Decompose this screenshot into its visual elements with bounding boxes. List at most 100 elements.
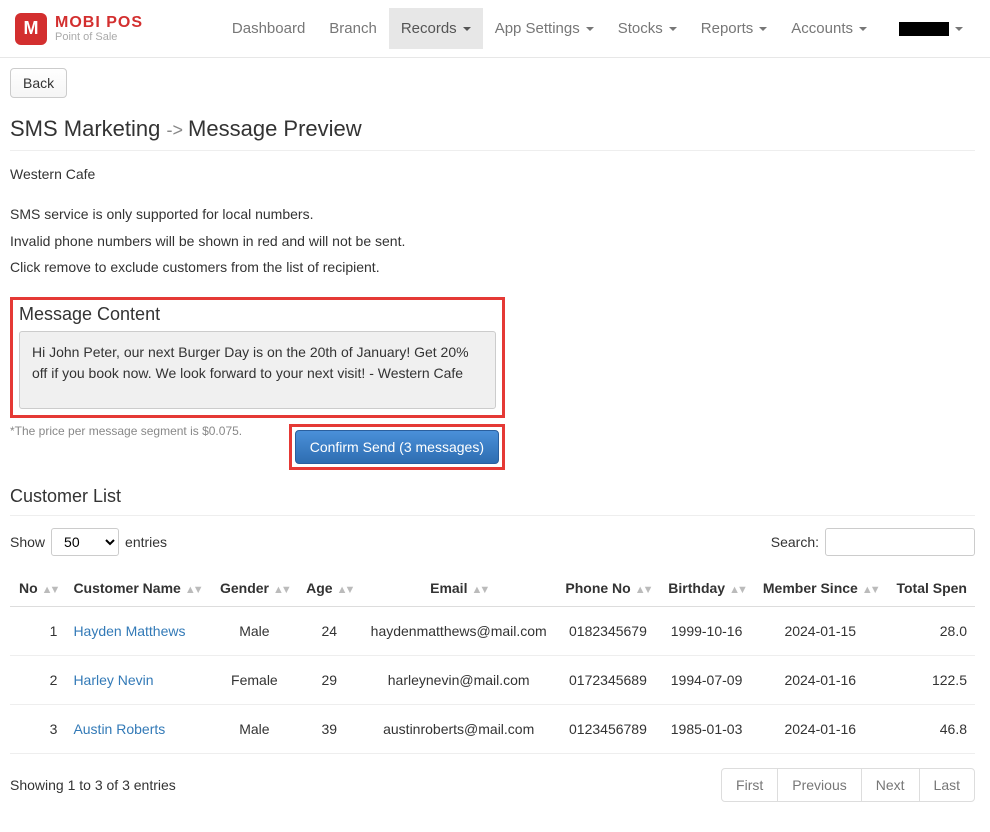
divider xyxy=(10,150,975,151)
brand-main: MOBI POS xyxy=(55,14,143,32)
breadcrumb-leaf: Message Preview xyxy=(188,116,362,141)
cell-phone: 0123456789 xyxy=(556,704,659,753)
customer-table: No▲▼ Customer Name▲▼ Gender▲▼ Age▲▼ Emai… xyxy=(10,570,975,754)
page-first[interactable]: First xyxy=(722,769,777,801)
col-no[interactable]: No ▲▼ xyxy=(10,570,65,607)
list-controls: Show 50 entries Search: xyxy=(10,528,975,556)
entries-label: entries xyxy=(125,534,167,550)
cell-gender: Male xyxy=(211,606,297,655)
customer-link[interactable]: Harley Nevin xyxy=(73,672,153,688)
user-name-redacted xyxy=(899,22,949,36)
sort-icon: ▲▼ xyxy=(862,584,878,596)
message-footer-row: *The price per message segment is $0.075… xyxy=(10,424,505,470)
message-body: Hi John Peter, our next Burger Day is on… xyxy=(19,331,496,409)
nav-accounts-label: Accounts xyxy=(791,20,853,37)
cell-total-spent: 122.5 xyxy=(887,655,975,704)
page-size-select[interactable]: 50 xyxy=(51,528,119,556)
cell-total-spent: 28.0 xyxy=(887,606,975,655)
caret-down-icon xyxy=(586,27,594,31)
page-title: SMS Marketing -> Message Preview xyxy=(10,116,975,142)
top-navbar: M MOBI POS Point of Sale Dashboard Branc… xyxy=(0,0,990,58)
show-label: Show xyxy=(10,534,45,550)
search-label: Search: xyxy=(771,534,819,550)
col-age-label: Age xyxy=(306,580,332,596)
cell-no: 3 xyxy=(10,704,65,753)
search-box: Search: xyxy=(771,528,975,556)
page-next[interactable]: Next xyxy=(861,769,919,801)
nav-accounts[interactable]: Accounts xyxy=(779,8,879,49)
caret-down-icon xyxy=(463,27,471,31)
entries-info: Showing 1 to 3 of 3 entries xyxy=(10,777,176,793)
sort-icon: ▲▼ xyxy=(635,584,651,596)
brand-text: MOBI POS Point of Sale xyxy=(55,14,143,44)
search-input[interactable] xyxy=(825,528,975,556)
table-footer: Showing 1 to 3 of 3 entries First Previo… xyxy=(10,768,975,802)
cell-member-since: 2024-01-15 xyxy=(754,606,887,655)
cell-gender: Male xyxy=(211,704,297,753)
caret-down-icon xyxy=(955,27,963,31)
brand-logo-icon: M xyxy=(15,13,47,45)
sort-icon: ▲▼ xyxy=(729,584,745,596)
divider xyxy=(10,515,975,516)
customer-link[interactable]: Hayden Matthews xyxy=(73,623,185,639)
col-phone[interactable]: Phone No▲▼ xyxy=(556,570,659,607)
table-row: 1 Hayden Matthews Male24haydenmatthews@mai… xyxy=(10,606,975,655)
back-button[interactable]: Back xyxy=(10,68,67,98)
nav-app-settings[interactable]: App Settings xyxy=(483,8,606,49)
cell-name: Austin Roberts xyxy=(65,704,211,753)
nav-stocks[interactable]: Stocks xyxy=(606,8,689,49)
cell-age: 24 xyxy=(298,606,361,655)
page-last[interactable]: Last xyxy=(919,769,974,801)
col-gender[interactable]: Gender▲▼ xyxy=(211,570,297,607)
cell-birthday: 1999-10-16 xyxy=(659,606,753,655)
breadcrumb-root: SMS Marketing xyxy=(10,116,160,141)
cell-phone: 0172345689 xyxy=(556,655,659,704)
col-birthday[interactable]: Birthday ▲▼ xyxy=(659,570,753,607)
sort-icon: ▲▼ xyxy=(42,584,58,596)
nav-dashboard-label: Dashboard xyxy=(232,20,305,37)
sort-icon: ▲▼ xyxy=(337,584,353,596)
confirm-highlight: Confirm Send (3 messages) xyxy=(289,424,505,470)
nav-dashboard[interactable]: Dashboard xyxy=(220,8,317,49)
nav-reports[interactable]: Reports xyxy=(689,8,780,49)
nav-reports-label: Reports xyxy=(701,20,754,37)
cell-name: Hayden Matthews xyxy=(65,606,211,655)
cell-birthday: 1985-01-03 xyxy=(659,704,753,753)
nav-branch[interactable]: Branch xyxy=(317,8,389,49)
col-no-label: No xyxy=(19,580,38,596)
col-age[interactable]: Age ▲▼ xyxy=(298,570,361,607)
nav-items: Dashboard Branch Records App Settings St… xyxy=(220,8,975,49)
sort-icon: ▲▼ xyxy=(471,584,487,596)
table-row: 3 Austin Roberts Male39austinroberts@mail.… xyxy=(10,704,975,753)
confirm-send-button[interactable]: Confirm Send (3 messages) xyxy=(295,430,499,464)
message-content-panel: Message Content Hi John Peter, our next … xyxy=(10,297,505,418)
cafe-name: Western Cafe xyxy=(10,163,975,185)
caret-down-icon xyxy=(859,27,867,31)
pagination: First Previous Next Last xyxy=(721,768,975,802)
col-member-since[interactable]: Member Since▲▼ xyxy=(754,570,887,607)
cell-email: austinroberts@mail.com xyxy=(361,704,557,753)
message-content-title: Message Content xyxy=(19,304,496,325)
col-name[interactable]: Customer Name▲▼ xyxy=(65,570,211,607)
cell-no: 1 xyxy=(10,606,65,655)
page-previous[interactable]: Previous xyxy=(777,769,860,801)
nav-user-menu[interactable] xyxy=(879,10,975,48)
cell-birthday: 1994-07-09 xyxy=(659,655,753,704)
cell-age: 29 xyxy=(298,655,361,704)
main-container: Back SMS Marketing -> Message Preview We… xyxy=(0,58,990,832)
caret-down-icon xyxy=(669,27,677,31)
cell-age: 39 xyxy=(298,704,361,753)
col-total-spent-label: Total Spen xyxy=(896,580,967,596)
col-birthday-label: Birthday xyxy=(668,580,725,596)
col-total-spent[interactable]: Total Spen xyxy=(887,570,975,607)
customer-link[interactable]: Austin Roberts xyxy=(73,721,165,737)
cell-member-since: 2024-01-16 xyxy=(754,704,887,753)
brand-sub: Point of Sale xyxy=(55,31,143,43)
price-note: *The price per message segment is $0.075… xyxy=(10,424,269,438)
nav-records[interactable]: Records xyxy=(389,8,483,49)
notice-line-3: Click remove to exclude customers from t… xyxy=(10,256,975,278)
col-gender-label: Gender xyxy=(220,580,269,596)
col-email[interactable]: Email▲▼ xyxy=(361,570,557,607)
show-entries: Show 50 entries xyxy=(10,528,167,556)
cell-email: haydenmatthews@mail.com xyxy=(361,606,557,655)
